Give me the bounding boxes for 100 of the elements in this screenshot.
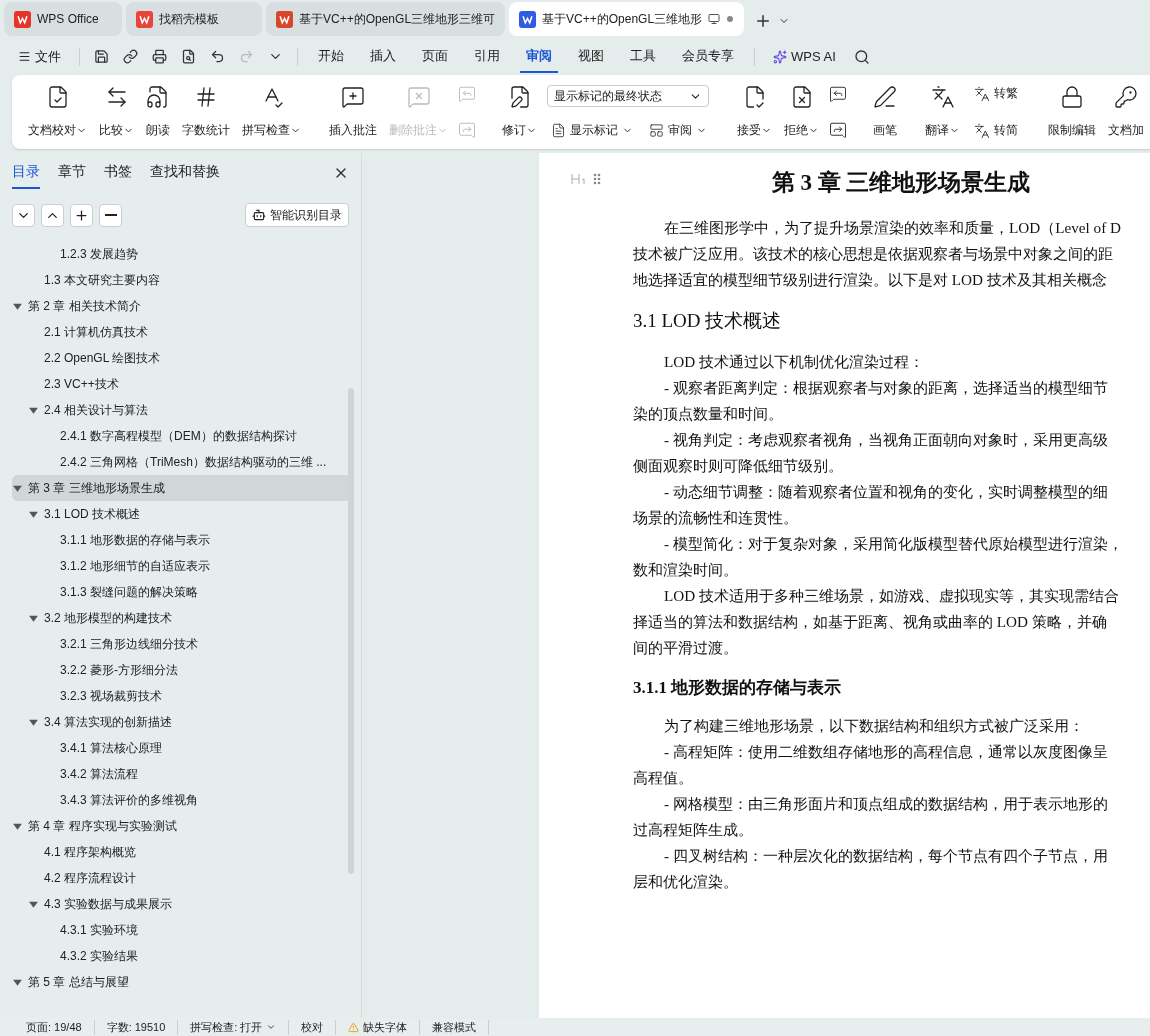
status-text[interactable]: 字数: 19510 [94,1019,179,1035]
body-text: 为了构建三维地形场景，以下数据结构和组织方式被广泛采用： [663,716,1085,736]
toc-item[interactable]: 3.1.2 地形细节的自适应表示 [12,553,351,579]
toc-item[interactable]: 3.1.3 裂缝问题的解决策略 [12,579,351,605]
ribbon-button[interactable]: 拒绝 [778,81,825,143]
document-tab[interactable]: 基于VC++的OpenGL三维地形三维可 [266,2,506,36]
ribbon-button[interactable]: 接受 [731,81,778,143]
ribbon-button[interactable]: 朗读 [140,81,176,143]
status-warning[interactable]: 缺失字体 [336,1019,421,1035]
panel-tab[interactable]: 查找和替换 [150,163,220,189]
print-preview-icon[interactable] [181,49,196,64]
panel-tab[interactable]: 目录 [12,163,40,189]
status-text[interactable]: 页面: 19/48 [14,1019,95,1035]
ribbon-button[interactable]: 转简 [970,122,1022,139]
toc-item[interactable]: 1.3 本文研究主要内容 [12,267,351,293]
save-icon[interactable] [94,49,109,64]
body-text: - 动态细节调整：随着观察者位置和视角的变化，实时调整模型的细 [663,482,1109,502]
scrollbar[interactable] [347,388,355,874]
ribbon-tab[interactable]: 页面 [416,40,454,73]
ribbon-button[interactable]: 修订 [496,81,543,143]
ai-button[interactable]: WPS AI [769,49,840,64]
ribbon-tab[interactable]: 引用 [468,40,506,73]
toc-item[interactable]: 第 2 章 相关技术简介 [12,293,351,319]
toc-item[interactable]: 3.4.3 算法评价的多维视角 [12,787,351,813]
status-dropdown[interactable]: 拼写检查: 打开 [178,1019,290,1035]
toc-item[interactable]: 第 5 章 总结与展望 [12,969,351,995]
menu-icon [18,50,31,63]
ribbon-tab[interactable]: 插入 [364,40,402,73]
body-text: - 模型简化：对于复杂对象，采用简化版模型替代原始模型进行渲染， [663,534,1124,554]
ribbon-button[interactable]: 显示标记 [547,122,637,139]
document-sound-icon [146,85,170,109]
body-text: 择适当的算法和数据结构，如基于距离、视角或曲率的 LOD 策略，并确 [633,612,1108,632]
body-text: 数和渲染时间。 [633,560,739,580]
toc-item[interactable]: 1.2.3 发展趋势 [12,241,351,267]
ribbon-tab[interactable]: 审阅 [520,40,558,73]
toc-item[interactable]: 3.2.1 三角形边线细分技术 [12,631,351,657]
toc-item[interactable]: 2.1 计算机仿真技术 [12,319,351,345]
ribbon-button[interactable]: 审阅 [645,122,711,139]
ribbon-tab[interactable]: 视图 [572,40,610,73]
toc-item[interactable]: 3.2.2 菱形-方形细分法 [12,657,351,683]
file-menu[interactable]: 文件 [14,47,65,66]
toc-item[interactable]: 3.4.1 算法核心原理 [12,735,351,761]
ribbon-tab[interactable]: 开始 [312,40,350,73]
ribbon-button[interactable]: 限制编辑 [1042,81,1102,143]
toc-item[interactable]: 3.2 地形模型的构建技术 [12,605,351,631]
markup-select[interactable]: 显示标记的最终状态 [547,85,709,107]
toc-item[interactable]: 第 3 章 三维地形场景生成 [12,475,351,501]
smart-toc-button[interactable]: 智能识别目录 [245,203,349,227]
comment-arrow-icon[interactable] [829,85,847,103]
toc-item[interactable]: 3.2.3 视场裁剪技术 [12,683,351,709]
document-tab[interactable]: WPS Office [4,2,122,36]
ribbon-button[interactable]: 拼写检查 [236,81,307,143]
toc-item[interactable]: 4.3.1 实验环境 [12,917,351,943]
heading-handle-icon[interactable] [571,173,601,185]
ribbon-button[interactable]: 插入批注 [323,81,383,143]
toc-item[interactable]: 2.2 OpenGL 绘图技术 [12,345,351,371]
status-text[interactable]: 兼容模式 [420,1019,490,1035]
warning-icon [348,1021,360,1033]
print-icon[interactable] [152,49,167,64]
search-icon[interactable] [853,48,870,65]
collapse-button[interactable] [12,203,35,227]
toc-item[interactable]: 3.1.1 地形数据的存储与表示 [12,527,351,553]
body-text: 层和优化渲染。 [633,872,739,892]
toc-item[interactable]: 4.1 程序架构概览 [12,839,351,865]
toc-item[interactable]: 4.3 实验数据与成果展示 [12,891,351,917]
plus-icon [74,207,89,223]
expand-button[interactable] [41,203,64,227]
undo-icon[interactable] [210,49,225,64]
robot-icon [252,208,266,222]
toc-item[interactable]: 3.4.2 算法流程 [12,761,351,787]
comment-arrow-icon[interactable] [829,121,847,139]
document-tab[interactable]: 基于VC++的OpenGL三维地形 [509,2,745,36]
ribbon-button[interactable]: 文档校对 [22,81,93,143]
panel-tab[interactable]: 章节 [58,163,86,189]
ribbon-button[interactable]: 转繁 [970,85,1022,102]
ribbon-tab[interactable]: 会员专享 [676,40,740,73]
body-text: - 高程矩阵：使用二维数组存储地形的高程信息，通常以灰度图像呈 [663,742,1109,762]
toc-item[interactable]: 4.2 程序流程设计 [12,865,351,891]
toc-item[interactable]: 第 4 章 程序实现与实验测试 [12,813,351,839]
toc-item[interactable]: 3.4 算法实现的创新描述 [12,709,351,735]
add-button[interactable] [70,203,93,227]
ribbon-button[interactable]: 画笔 [867,81,903,143]
ribbon-button[interactable]: 翻译 [919,81,966,143]
status-text[interactable]: 校对 [289,1019,337,1035]
link-icon[interactable] [123,49,138,64]
panel-tab[interactable]: 书签 [104,163,132,189]
body-text: - 视角判定：考虑观察者视角，当视角正面朝向对象时，采用更高级 [663,430,1109,450]
ribbon-button[interactable]: 比较 [93,81,140,143]
toc-item[interactable]: 2.3 VC++技术 [12,371,351,397]
ribbon-button[interactable]: 字数统计 [176,81,236,143]
remove-button[interactable] [99,203,122,227]
ribbon-button[interactable]: 文档加 [1102,81,1150,143]
body-text: LOD 技术通过以下机制优化渲染过程： [663,352,925,372]
toc-item[interactable]: 2.4.1 数字高程模型（DEM）的数据结构探讨 [12,423,351,449]
toc-item[interactable]: 4.3.2 实验结果 [12,943,351,969]
toc-item[interactable]: 2.4.2 三角网格（TriMesh）数据结构驱动的三维 ... [12,449,351,475]
toc-item[interactable]: 2.4 相关设计与算法 [12,397,351,423]
ribbon-tab[interactable]: 工具 [624,40,662,73]
toc-item[interactable]: 3.1 LOD 技术概述 [12,501,351,527]
document-tab[interactable]: 找稻壳模板 [126,2,262,36]
